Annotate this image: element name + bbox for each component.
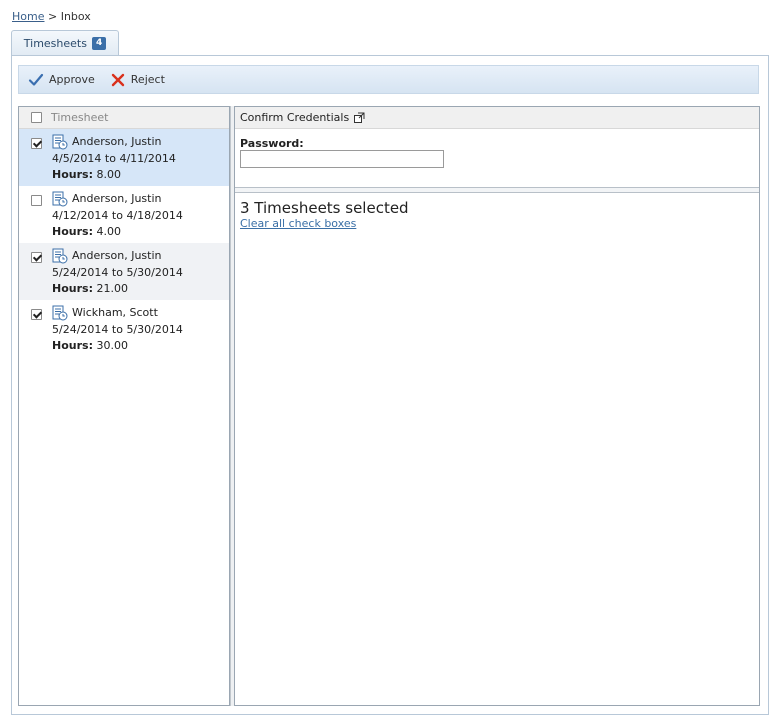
item-checkbox[interactable] <box>31 195 42 206</box>
timesheet-list-pane: Timesheet Anderson, Justin 4/5/2014 to 4… <box>18 106 230 706</box>
breadcrumb-current: Inbox <box>60 10 91 23</box>
date-range: 4/5/2014 to 4/11/2014 <box>52 152 176 165</box>
employee-name: Anderson, Justin <box>72 192 162 205</box>
date-range: 4/12/2014 to 4/18/2014 <box>52 209 183 222</box>
password-field[interactable] <box>240 150 444 168</box>
clear-checkboxes-link[interactable]: Clear all check boxes <box>240 217 356 230</box>
date-range: 5/24/2014 to 5/30/2014 <box>52 323 183 336</box>
reject-label: Reject <box>130 73 165 86</box>
item-checkbox[interactable] <box>31 309 42 320</box>
tab-label: Timesheets <box>23 36 87 50</box>
approve-button[interactable]: Approve <box>28 72 95 88</box>
password-label: Password: <box>240 137 304 150</box>
breadcrumb: Home > Inbox <box>12 10 91 23</box>
timesheet-clock-icon <box>52 305 68 321</box>
list-item[interactable]: Anderson, Justin 5/24/2014 to 5/30/2014 … <box>19 243 229 300</box>
action-toolbar: Approve Reject <box>18 65 759 94</box>
hours: Hours: 4.00 <box>52 225 121 238</box>
timesheet-clock-icon <box>52 134 68 150</box>
tab-timesheets[interactable]: Timesheets 4 <box>11 30 119 55</box>
employee-name: Wickham, Scott <box>72 306 158 319</box>
hours-label: Hours: <box>52 339 93 352</box>
hours: Hours: 8.00 <box>52 168 121 181</box>
selection-count: 3 Timesheets selected <box>240 199 409 217</box>
approve-label: Approve <box>49 73 95 86</box>
employee-name: Anderson, Justin <box>72 249 162 262</box>
hours-value: 21.00 <box>96 282 128 295</box>
list-item[interactable]: Anderson, Justin 4/12/2014 to 4/18/2014 … <box>19 186 229 243</box>
details-title: Confirm Credentials <box>240 111 350 124</box>
list-header: Timesheet <box>19 107 229 129</box>
hours: Hours: 21.00 <box>52 282 128 295</box>
horizontal-splitter[interactable] <box>235 187 759 193</box>
hours-label: Hours: <box>52 225 93 238</box>
select-all-checkbox[interactable] <box>31 112 42 123</box>
tab-count-badge: 4 <box>91 36 107 50</box>
hours-value: 30.00 <box>96 339 128 352</box>
checkmark-icon <box>28 72 44 88</box>
hours-value: 4.00 <box>96 225 121 238</box>
breadcrumb-home-link[interactable]: Home <box>12 10 44 23</box>
x-icon <box>110 72 126 88</box>
details-header: Confirm Credentials <box>235 107 759 129</box>
hours-value: 8.00 <box>96 168 121 181</box>
details-pane: Confirm Credentials Password: 3 Timeshee… <box>234 106 760 706</box>
employee-name: Anderson, Justin <box>72 135 162 148</box>
hours: Hours: 30.00 <box>52 339 128 352</box>
reject-button[interactable]: Reject <box>110 72 165 88</box>
hours-label: Hours: <box>52 168 93 181</box>
date-range: 5/24/2014 to 5/30/2014 <box>52 266 183 279</box>
item-checkbox[interactable] <box>31 138 42 149</box>
list-item[interactable]: Anderson, Justin 4/5/2014 to 4/11/2014 H… <box>19 129 229 186</box>
external-link-icon[interactable] <box>354 112 365 123</box>
breadcrumb-separator: > <box>47 10 58 23</box>
item-checkbox[interactable] <box>31 252 42 263</box>
hours-label: Hours: <box>52 282 93 295</box>
timesheet-clock-icon <box>52 248 68 264</box>
timesheet-clock-icon <box>52 191 68 207</box>
list-header-label: Timesheet <box>51 111 109 124</box>
list-item[interactable]: Wickham, Scott 5/24/2014 to 5/30/2014 Ho… <box>19 300 229 357</box>
